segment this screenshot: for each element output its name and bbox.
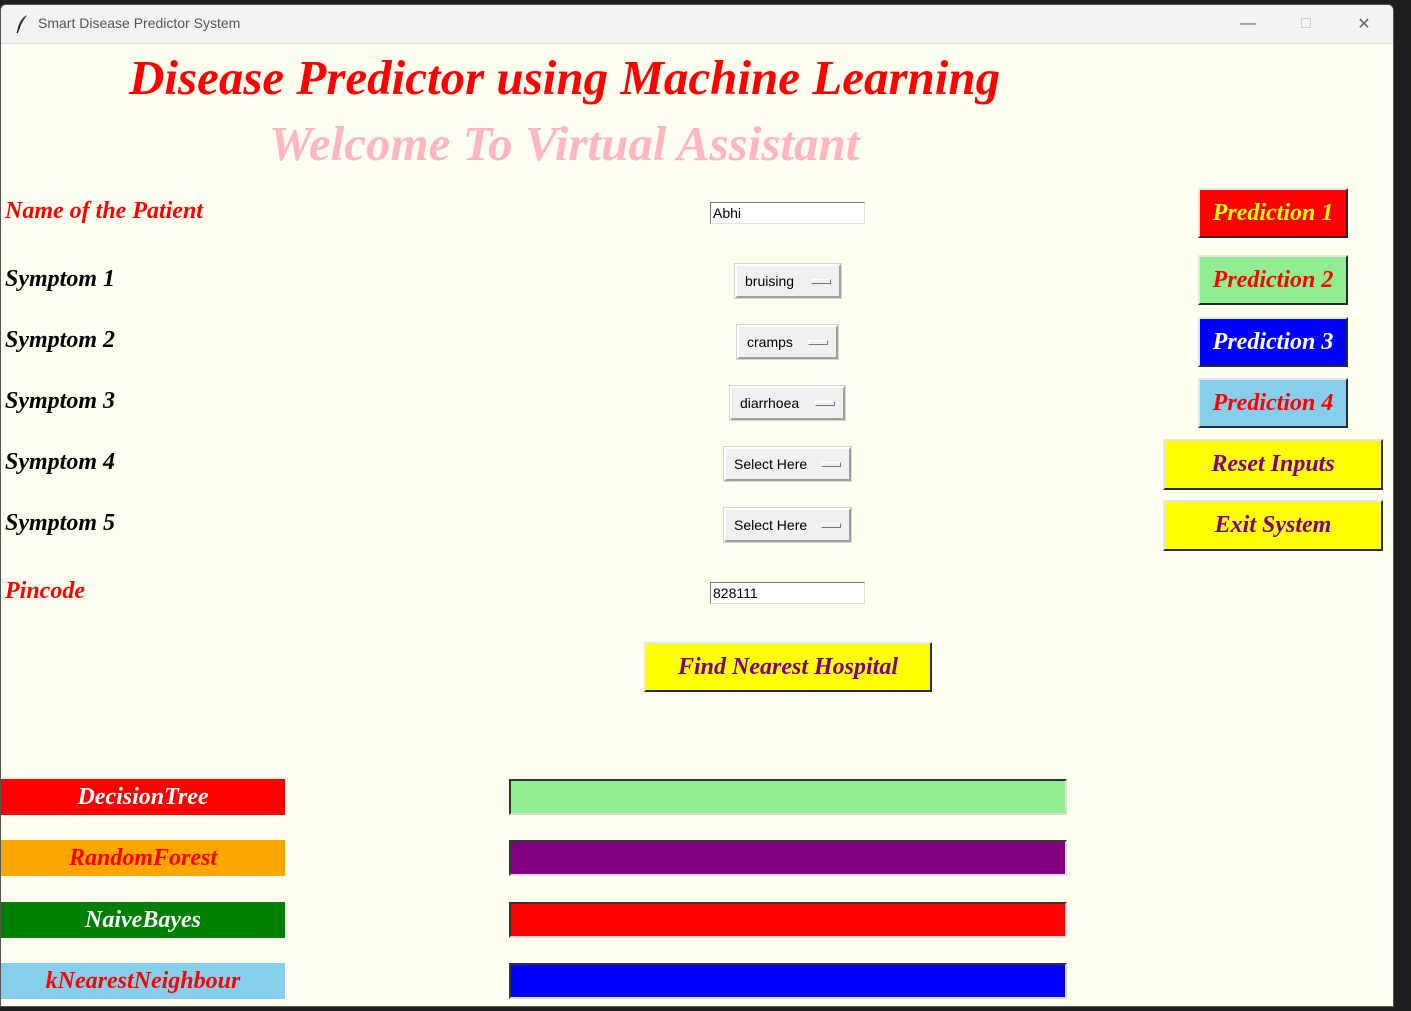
dropdown-indicator-icon [815, 401, 835, 406]
page-subtitle: Welcome To Virtual Assistant [269, 116, 860, 171]
symptom-2-label: Symptom 2 [5, 327, 116, 353]
maximize-button[interactable]: □ [1277, 5, 1335, 43]
dropdown-indicator-icon [821, 523, 841, 528]
patient-name-input[interactable]: Abhi [710, 202, 865, 224]
knn-label: kNearestNeighbour [1, 963, 285, 999]
feather-icon [16, 15, 27, 34]
symptom-5-value: Select Here [734, 517, 808, 533]
close-button[interactable]: ✕ [1335, 5, 1393, 43]
symptom-1-value: bruising [745, 273, 795, 289]
symptom-4-label: Symptom 4 [5, 449, 116, 475]
symptom-5-label: Symptom 5 [5, 510, 116, 536]
random-forest-result [509, 840, 1067, 876]
prediction-2-button[interactable]: Prediction 2 [1198, 255, 1348, 305]
symptom-3-label: Symptom 3 [5, 388, 116, 414]
decision-tree-result [509, 779, 1067, 815]
symptom-4-value: Select Here [734, 456, 808, 472]
reset-inputs-button[interactable]: Reset Inputs [1163, 439, 1383, 490]
symptom-2-value: cramps [747, 334, 793, 350]
symptom-2-select[interactable]: cramps [737, 325, 838, 359]
pincode-input[interactable]: 828111 [710, 582, 865, 604]
minimize-button[interactable]: — [1219, 5, 1277, 43]
symptom-3-value: diarrhoea [740, 395, 800, 411]
prediction-4-button[interactable]: Prediction 4 [1198, 378, 1348, 428]
main-content: Disease Predictor using Machine Learning… [1, 43, 1393, 1006]
window-title: Smart Disease Predictor System [38, 15, 241, 31]
page-title: Disease Predictor using Machine Learning [129, 50, 1001, 105]
title-bar: Smart Disease Predictor System — □ ✕ [1, 5, 1393, 44]
dropdown-indicator-icon [811, 279, 831, 284]
patient-name-label: Name of the Patient [5, 198, 203, 224]
knn-result [509, 963, 1067, 999]
pincode-label: Pincode [5, 578, 85, 604]
decision-tree-label: DecisionTree [1, 779, 285, 815]
dropdown-indicator-icon [808, 340, 828, 345]
random-forest-label: RandomForest [1, 840, 285, 876]
dropdown-indicator-icon [821, 462, 841, 467]
symptom-4-select[interactable]: Select Here [724, 447, 851, 481]
find-hospital-button[interactable]: Find Nearest Hospital [644, 642, 932, 692]
naive-bayes-label: NaiveBayes [1, 902, 285, 938]
symptom-1-select[interactable]: bruising [735, 264, 841, 298]
symptom-1-label: Symptom 1 [5, 266, 116, 292]
prediction-3-button[interactable]: Prediction 3 [1198, 317, 1348, 367]
naive-bayes-result [509, 902, 1067, 938]
symptom-5-select[interactable]: Select Here [724, 508, 851, 542]
symptom-3-select[interactable]: diarrhoea [730, 386, 845, 420]
exit-system-button[interactable]: Exit System [1163, 500, 1383, 551]
prediction-1-button[interactable]: Prediction 1 [1198, 188, 1348, 238]
app-window: Smart Disease Predictor System — □ ✕ Dis… [0, 4, 1394, 1007]
